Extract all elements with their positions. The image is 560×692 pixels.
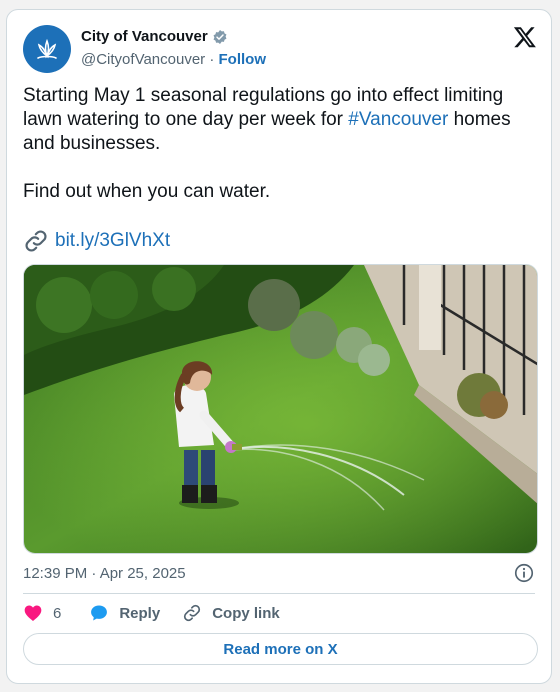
x-logo-icon[interactable]: [513, 25, 537, 49]
hashtag-link[interactable]: #Vancouver: [348, 109, 448, 130]
read-more-button[interactable]: Read more on X: [23, 633, 538, 665]
copy-link-icon: [184, 604, 201, 622]
divider: [23, 593, 535, 594]
heart-icon: [24, 605, 42, 621]
verified-badge-icon: [213, 29, 227, 44]
tweet-paragraph-1: Starting May 1 seasonal regulations go i…: [23, 84, 543, 156]
tweet-timestamp[interactable]: 12:39 PM · Apr 25, 2025: [23, 565, 186, 582]
account-name[interactable]: City of Vancouver: [81, 28, 208, 45]
avatar[interactable]: [23, 25, 71, 73]
reply-label: Reply: [119, 604, 161, 622]
reply-button[interactable]: Reply: [89, 603, 160, 623]
read-more-label: Read more on X: [223, 640, 338, 658]
tweet-text: Starting May 1 seasonal regulations go i…: [23, 84, 543, 204]
account-handle[interactable]: @CityofVancouver: [81, 51, 205, 68]
like-count: 6: [53, 604, 62, 622]
tweet-actions: 6 Reply Copy link: [23, 603, 302, 623]
tweet-photo[interactable]: [23, 264, 538, 554]
copy-link-button[interactable]: Copy link: [182, 603, 280, 623]
tweet-paragraph-2: Find out when you can water.: [23, 181, 271, 202]
tweet-card: City of Vancouver @CityofVancouver · Fol…: [6, 9, 552, 684]
city-logo-icon: [37, 38, 57, 59]
woman-watering-lawn-image: [24, 265, 537, 553]
reply-bubble-icon: [91, 605, 108, 621]
handle-row: @CityofVancouver · Follow: [81, 51, 266, 68]
separator-dot: ·: [209, 51, 215, 68]
copy-link-label: Copy link: [212, 604, 280, 622]
account-name-row: City of Vancouver: [81, 28, 228, 45]
tweet-link[interactable]: bit.ly/3GlVhXt: [23, 228, 170, 254]
follow-button[interactable]: Follow: [219, 51, 267, 68]
link-text[interactable]: bit.ly/3GlVhXt: [55, 230, 170, 252]
info-icon[interactable]: [513, 562, 535, 584]
like-button[interactable]: 6: [23, 603, 61, 623]
link-icon: [25, 230, 47, 252]
